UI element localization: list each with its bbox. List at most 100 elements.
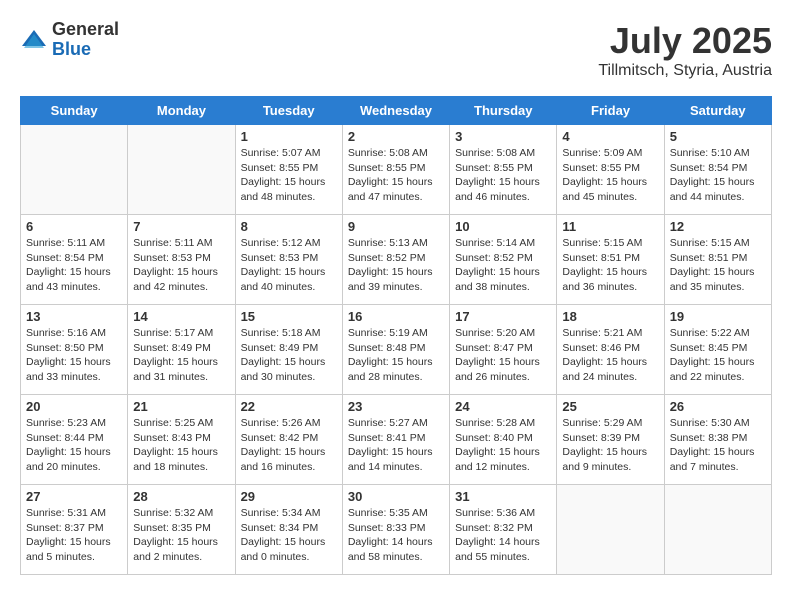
calendar-cell: 13Sunrise: 5:16 AMSunset: 8:50 PMDayligh… (21, 305, 128, 395)
cell-text: Sunrise: 5:17 AMSunset: 8:49 PMDaylight:… (133, 326, 229, 385)
cell-text: Sunrise: 5:23 AMSunset: 8:44 PMDaylight:… (26, 416, 122, 475)
cell-text: Sunrise: 5:25 AMSunset: 8:43 PMDaylight:… (133, 416, 229, 475)
day-number: 29 (241, 489, 337, 504)
cell-text: Sunrise: 5:15 AMSunset: 8:51 PMDaylight:… (670, 236, 766, 295)
month-title: July 2025 (598, 20, 772, 62)
calendar-cell: 26 Sunrise: 5:30 AMSunset: 8:38 PMDayligh… (664, 395, 771, 485)
week-row-5: 27Sunrise: 5:31 AMSunset: 8:37 PMDayligh… (21, 485, 772, 575)
calendar-cell: 31 Sunrise: 5:36 AMSunset: 8:32 PMDayligh… (450, 485, 557, 575)
day-number: 12 (670, 219, 766, 234)
calendar-cell: 6Sunrise: 5:11 AMSunset: 8:54 PMDaylight… (21, 215, 128, 305)
calendar-cell: 2 Sunrise: 5:08 AMSunset: 8:55 PMDaylight… (342, 125, 449, 215)
calendar-header-row: SundayMondayTuesdayWednesdayThursdayFrid… (21, 97, 772, 125)
calendar-cell: 7 Sunrise: 5:11 AMSunset: 8:53 PMDaylight… (128, 215, 235, 305)
cell-text: Sunrise: 5:29 AMSunset: 8:39 PMDaylight:… (562, 416, 658, 475)
calendar-cell: 22 Sunrise: 5:26 AMSunset: 8:42 PMDayligh… (235, 395, 342, 485)
calendar-cell: 10 Sunrise: 5:14 AMSunset: 8:52 PMDayligh… (450, 215, 557, 305)
calendar-cell: 12 Sunrise: 5:15 AMSunset: 8:51 PMDayligh… (664, 215, 771, 305)
logo-blue: Blue (52, 40, 119, 60)
calendar-cell (128, 125, 235, 215)
day-number: 23 (348, 399, 444, 414)
calendar-cell: 4 Sunrise: 5:09 AMSunset: 8:55 PMDaylight… (557, 125, 664, 215)
calendar-cell: 24Sunrise: 5:28 AMSunset: 8:40 PMDayligh… (450, 395, 557, 485)
week-row-2: 6Sunrise: 5:11 AMSunset: 8:54 PMDaylight… (21, 215, 772, 305)
day-number: 31 (455, 489, 551, 504)
day-number: 14 (133, 309, 229, 324)
calendar-cell: 1 Sunrise: 5:07 AMSunset: 8:55 PMDaylight… (235, 125, 342, 215)
calendar-cell: 5 Sunrise: 5:10 AMSunset: 8:54 PMDaylight… (664, 125, 771, 215)
calendar-cell: 25 Sunrise: 5:29 AMSunset: 8:39 PMDayligh… (557, 395, 664, 485)
day-number: 21 (133, 399, 229, 414)
logo-icon (20, 26, 48, 54)
cell-text: Sunrise: 5:13 AMSunset: 8:52 PMDaylight:… (348, 236, 444, 295)
calendar-cell: 16 Sunrise: 5:19 AMSunset: 8:48 PMDayligh… (342, 305, 449, 395)
cell-text: Sunrise: 5:34 AMSunset: 8:34 PMDaylight:… (241, 506, 337, 565)
cell-text: Sunrise: 5:09 AMSunset: 8:55 PMDaylight:… (562, 146, 658, 205)
day-header-tuesday: Tuesday (235, 97, 342, 125)
cell-text: Sunrise: 5:11 AMSunset: 8:54 PMDaylight:… (26, 236, 122, 295)
day-number: 16 (348, 309, 444, 324)
cell-text: Sunrise: 5:21 AMSunset: 8:46 PMDaylight:… (562, 326, 658, 385)
day-number: 17 (455, 309, 551, 324)
calendar-cell: 17Sunrise: 5:20 AMSunset: 8:47 PMDayligh… (450, 305, 557, 395)
day-number: 11 (562, 219, 658, 234)
cell-text: Sunrise: 5:26 AMSunset: 8:42 PMDaylight:… (241, 416, 337, 475)
calendar-cell: 29 Sunrise: 5:34 AMSunset: 8:34 PMDayligh… (235, 485, 342, 575)
day-number: 10 (455, 219, 551, 234)
logo-text: General Blue (52, 20, 119, 60)
location-title: Tillmitsch, Styria, Austria (598, 62, 772, 80)
day-number: 8 (241, 219, 337, 234)
day-number: 20 (26, 399, 122, 414)
cell-text: Sunrise: 5:28 AMSunset: 8:40 PMDaylight:… (455, 416, 551, 475)
cell-text: Sunrise: 5:16 AMSunset: 8:50 PMDaylight:… (26, 326, 122, 385)
calendar-cell: 15Sunrise: 5:18 AMSunset: 8:49 PMDayligh… (235, 305, 342, 395)
cell-text: Sunrise: 5:07 AMSunset: 8:55 PMDaylight:… (241, 146, 337, 205)
day-number: 5 (670, 129, 766, 144)
day-number: 1 (241, 129, 337, 144)
cell-text: Sunrise: 5:36 AMSunset: 8:32 PMDaylight:… (455, 506, 551, 565)
day-number: 2 (348, 129, 444, 144)
cell-text: Sunrise: 5:32 AMSunset: 8:35 PMDaylight:… (133, 506, 229, 565)
calendar-cell: 28 Sunrise: 5:32 AMSunset: 8:35 PMDayligh… (128, 485, 235, 575)
day-number: 9 (348, 219, 444, 234)
calendar-cell: 20 Sunrise: 5:23 AMSunset: 8:44 PMDayligh… (21, 395, 128, 485)
calendar-cell: 21 Sunrise: 5:25 AMSunset: 8:43 PMDayligh… (128, 395, 235, 485)
cell-text: Sunrise: 5:35 AMSunset: 8:33 PMDaylight:… (348, 506, 444, 565)
cell-text: Sunrise: 5:19 AMSunset: 8:48 PMDaylight:… (348, 326, 444, 385)
day-header-wednesday: Wednesday (342, 97, 449, 125)
calendar: SundayMondayTuesdayWednesdayThursdayFrid… (20, 96, 772, 575)
week-row-1: 1 Sunrise: 5:07 AMSunset: 8:55 PMDaylight… (21, 125, 772, 215)
cell-text: Sunrise: 5:08 AMSunset: 8:55 PMDaylight:… (348, 146, 444, 205)
cell-text: Sunrise: 5:15 AMSunset: 8:51 PMDaylight:… (562, 236, 658, 295)
logo-general: General (52, 20, 119, 40)
page-header: General Blue July 2025 Tillmitsch, Styri… (20, 20, 772, 80)
day-number: 27 (26, 489, 122, 504)
cell-text: Sunrise: 5:10 AMSunset: 8:54 PMDaylight:… (670, 146, 766, 205)
cell-text: Sunrise: 5:27 AMSunset: 8:41 PMDaylight:… (348, 416, 444, 475)
title-block: July 2025 Tillmitsch, Styria, Austria (598, 20, 772, 80)
day-number: 7 (133, 219, 229, 234)
calendar-cell: 23 Sunrise: 5:27 AMSunset: 8:41 PMDayligh… (342, 395, 449, 485)
cell-text: Sunrise: 5:08 AMSunset: 8:55 PMDaylight:… (455, 146, 551, 205)
calendar-cell: 11 Sunrise: 5:15 AMSunset: 8:51 PMDayligh… (557, 215, 664, 305)
cell-text: Sunrise: 5:22 AMSunset: 8:45 PMDaylight:… (670, 326, 766, 385)
cell-text: Sunrise: 5:14 AMSunset: 8:52 PMDaylight:… (455, 236, 551, 295)
day-header-monday: Monday (128, 97, 235, 125)
day-number: 26 (670, 399, 766, 414)
cell-text: Sunrise: 5:11 AMSunset: 8:53 PMDaylight:… (133, 236, 229, 295)
day-number: 3 (455, 129, 551, 144)
calendar-cell (557, 485, 664, 575)
day-header-friday: Friday (557, 97, 664, 125)
day-number: 22 (241, 399, 337, 414)
calendar-cell: 27Sunrise: 5:31 AMSunset: 8:37 PMDayligh… (21, 485, 128, 575)
logo: General Blue (20, 20, 119, 60)
day-number: 30 (348, 489, 444, 504)
day-number: 4 (562, 129, 658, 144)
day-number: 25 (562, 399, 658, 414)
day-header-saturday: Saturday (664, 97, 771, 125)
calendar-cell: 18Sunrise: 5:21 AMSunset: 8:46 PMDayligh… (557, 305, 664, 395)
day-number: 28 (133, 489, 229, 504)
day-header-thursday: Thursday (450, 97, 557, 125)
calendar-cell: 9 Sunrise: 5:13 AMSunset: 8:52 PMDaylight… (342, 215, 449, 305)
cell-text: Sunrise: 5:30 AMSunset: 8:38 PMDaylight:… (670, 416, 766, 475)
